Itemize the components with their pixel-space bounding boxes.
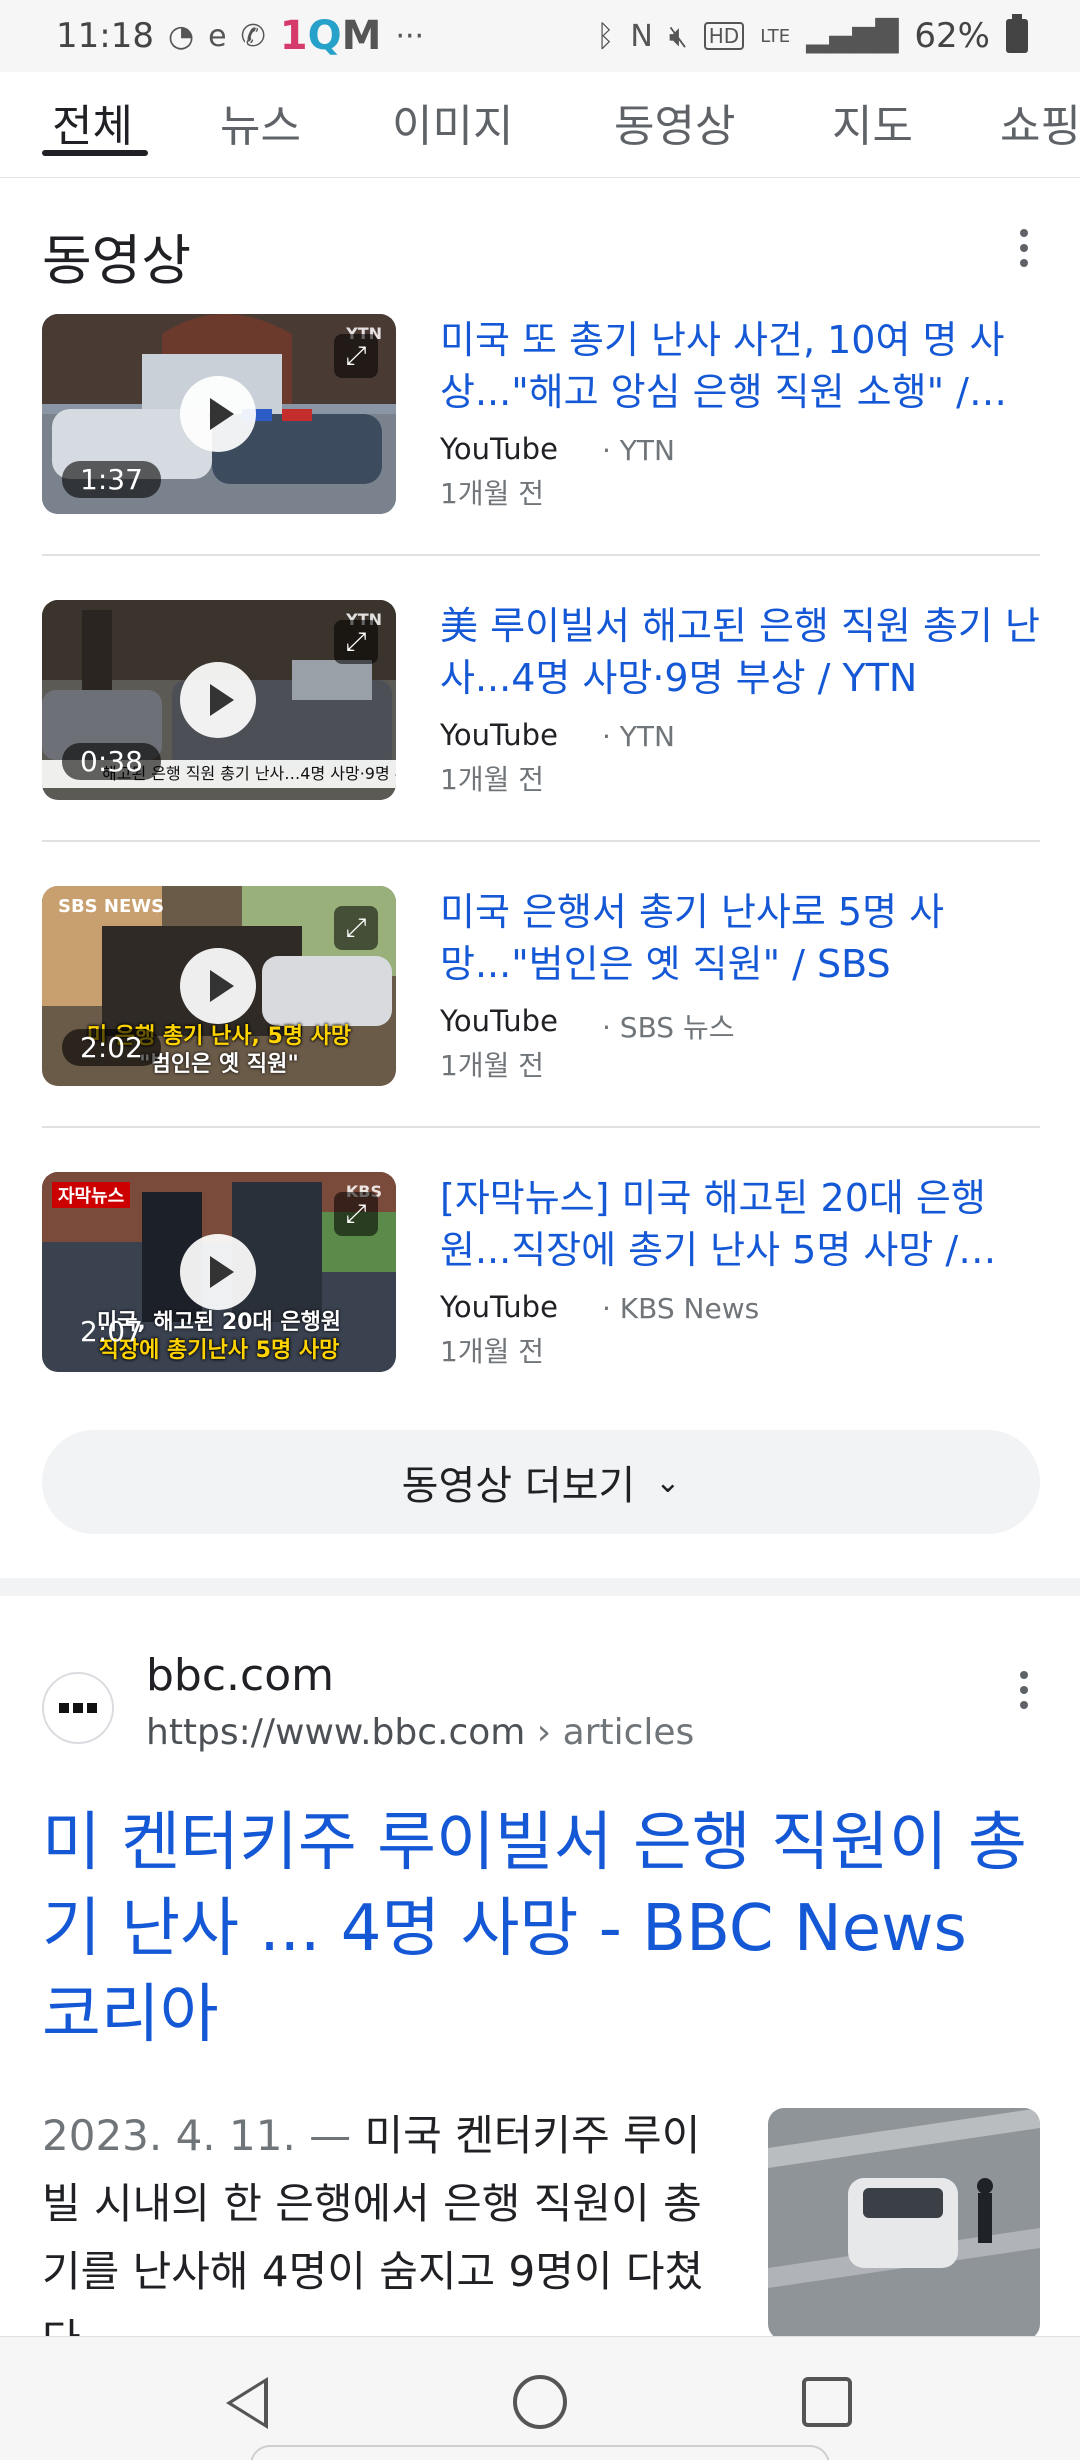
tab-shopping[interactable]: 쇼핑	[1000, 90, 1080, 154]
expand-icon[interactable]: ⤢	[334, 1192, 378, 1236]
e-icon: e	[208, 18, 227, 54]
hd-icon: HD	[703, 22, 745, 50]
site-url-path: › articles	[536, 1712, 695, 1753]
video-title[interactable]: 미국 또 총기 난사 사건, 10여 명 사상..."해고 앙심 은행 직원 소…	[440, 314, 1040, 418]
site-url-domain: https://www.bbc.com	[146, 1712, 526, 1753]
video-duration: 2:02	[62, 1029, 161, 1066]
video-result[interactable]: SBS NEWS 미 은행 총기 난사, 5명 사망 "범인은 옛 직원" ⤢ …	[42, 886, 1040, 1086]
video-time-ago: 1개월 전	[440, 763, 544, 796]
battery-icon	[1006, 14, 1028, 53]
result-thumbnail[interactable]	[768, 2108, 1040, 2340]
video-channel: · YTN	[602, 434, 675, 467]
expand-icon[interactable]: ⤢	[334, 620, 378, 664]
system-navigation-bar	[0, 2336, 1080, 2460]
video-source: YouTube	[440, 432, 558, 466]
more-videos-label: 동영상 더보기	[401, 1463, 636, 1509]
wifi-call-icon: ✆	[240, 18, 266, 54]
video-duration: 2:07	[80, 1315, 143, 1348]
tab-images[interactable]: 이미지	[392, 90, 513, 154]
bluetooth-icon: ᛒ	[596, 18, 615, 54]
nfc-icon: N	[630, 18, 653, 54]
tab-videos[interactable]: 동영상	[614, 90, 735, 154]
video-thumbnail[interactable]: SBS NEWS 미 은행 총기 난사, 5명 사망 "범인은 옛 직원" ⤢ …	[42, 886, 396, 1086]
more-videos-button[interactable]: 동영상 더보기 ⌄	[42, 1430, 1040, 1534]
divider	[42, 554, 1040, 556]
video-thumbnail[interactable]: 자막뉴스 KBS 미국, 해고된 20대 은행원 직장에 총기난사 5명 사망 …	[42, 1172, 396, 1372]
back-icon[interactable]	[226, 2377, 268, 2429]
battery-level: 62%	[914, 16, 990, 56]
video-duration: 0:38	[62, 743, 161, 780]
tab-all[interactable]: 전체	[52, 90, 133, 154]
site-url[interactable]: https://www.bbc.com › articles	[146, 1712, 694, 1753]
status-time: 11:18	[56, 16, 154, 56]
video-channel: · KBS News	[602, 1292, 760, 1325]
video-source: YouTube	[440, 1290, 558, 1324]
section-divider	[0, 1578, 1080, 1596]
video-channel: · YTN	[602, 720, 675, 753]
video-result[interactable]: YTN 해고된 은행 직원 총기 난사…4명 사망·9명 부상 ⤢ 0:38 美…	[42, 600, 1040, 800]
thumbnail-tag: 자막뉴스	[52, 1182, 131, 1208]
divider	[42, 840, 1040, 842]
video-time-ago: 1개월 전	[440, 1335, 544, 1368]
recent-apps-icon[interactable]	[802, 2377, 852, 2427]
chevron-down-icon: ⌄	[655, 1464, 681, 1500]
more-notifications-icon: ···	[395, 18, 425, 54]
result-more-options-icon[interactable]	[1004, 1660, 1044, 1720]
video-result[interactable]: 자막뉴스 KBS 미국, 해고된 20대 은행원 직장에 총기난사 5명 사망 …	[42, 1172, 1040, 1372]
one-q-m-logo: 1QM	[279, 13, 382, 59]
video-thumbnail[interactable]: YTN 해고된 은행 직원 총기 난사…4명 사망·9명 부상 ⤢ 0:38	[42, 600, 396, 800]
signal-icon: ▂▄▆█	[806, 18, 899, 54]
video-title[interactable]: 미국 은행서 총기 난사로 5명 사망..."범인은 옛 직원" / SBS	[440, 886, 1040, 990]
status-bar: 11:18 ◔ e ✆ 1QM ··· ᛒ N 🔇︎ HD LTE ▂▄▆█ 6…	[0, 0, 1080, 72]
result-thumbnail-image	[768, 2108, 1040, 2340]
video-duration: 1:37	[62, 461, 161, 498]
video-time-ago: 1개월 전	[440, 477, 544, 510]
gesture-pill	[250, 2445, 830, 2460]
video-time-ago: 1개월 전	[440, 1049, 544, 1082]
clock-icon: ◔	[167, 18, 195, 54]
play-icon[interactable]	[180, 948, 256, 1024]
video-thumbnail[interactable]: YTN ⤢ 1:37	[42, 314, 396, 514]
result-snippet: 2023. 4. 11. — 미국 켄터키주 루이빌 시내의 한 은행에서 은행…	[42, 2102, 732, 2352]
video-source: YouTube	[440, 718, 558, 752]
thumbnail-watermark: SBS NEWS	[58, 896, 165, 917]
videos-more-options-icon[interactable]	[1004, 218, 1044, 278]
play-icon[interactable]	[180, 376, 256, 452]
tab-maps[interactable]: 지도	[832, 90, 913, 154]
video-title[interactable]: [자막뉴스] 미국 해고된 20대 은행원...직장에 총기 난사 5명 사망 …	[440, 1172, 1040, 1276]
search-tabs: 전체 뉴스 이미지 동영상 지도 쇼핑	[0, 72, 1080, 178]
result-title-link[interactable]: 미 켄터키주 루이빌서 은행 직원이 총기 난사 ... 4명 사망 - BBC…	[42, 1800, 1042, 2058]
mute-icon: 🔇︎	[668, 18, 688, 54]
site-name[interactable]: bbc.com	[146, 1650, 334, 1701]
expand-icon[interactable]: ⤢	[334, 906, 378, 950]
video-title[interactable]: 美 루이빌서 해고된 은행 직원 총기 난사...4명 사망·9명 부상 / Y…	[440, 600, 1040, 704]
play-icon[interactable]	[180, 1234, 256, 1310]
divider	[42, 1126, 1040, 1128]
video-source: YouTube	[440, 1004, 558, 1038]
lte-icon: LTE	[760, 25, 791, 47]
home-icon[interactable]	[513, 2375, 567, 2429]
site-favicon[interactable]	[42, 1672, 114, 1744]
active-tab-indicator	[42, 150, 148, 156]
videos-section-title: 동영상	[42, 229, 192, 292]
result-date: 2023. 4. 11. —	[42, 2111, 352, 2160]
expand-icon[interactable]: ⤢	[334, 334, 378, 378]
video-result[interactable]: YTN ⤢ 1:37 미국 또 총기 난사 사건, 10여 명 사상..."해고…	[42, 314, 1040, 514]
play-icon[interactable]	[180, 662, 256, 738]
tab-news[interactable]: 뉴스	[220, 90, 301, 154]
video-channel: · SBS 뉴스	[602, 1011, 735, 1044]
